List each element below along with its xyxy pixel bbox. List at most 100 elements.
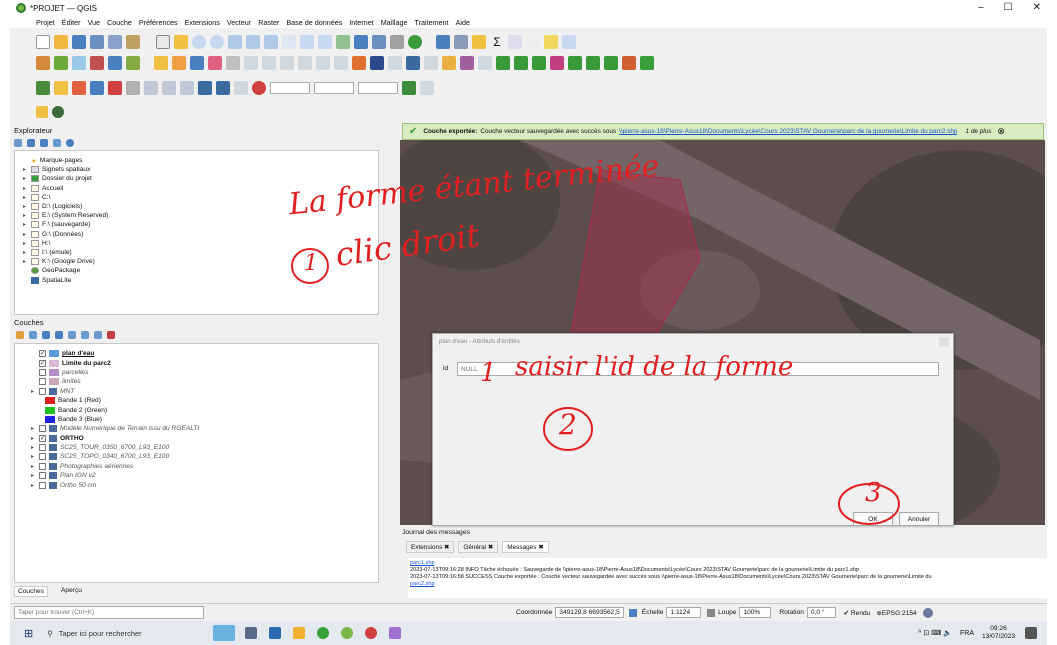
snap-type-field[interactable] — [358, 82, 398, 94]
tips-icon[interactable] — [544, 35, 558, 49]
layer-visibility-checkbox[interactable] — [39, 387, 46, 395]
annotation-icon[interactable] — [526, 35, 540, 49]
settings-icon[interactable] — [472, 35, 486, 49]
menu-raster[interactable]: Raster — [258, 18, 279, 27]
add-selected-icon[interactable] — [14, 139, 22, 147]
delete-selected-icon[interactable] — [244, 56, 258, 70]
zoom-layer-icon[interactable] — [264, 35, 278, 49]
notification-close-icon[interactable]: ⊗ — [997, 126, 1005, 137]
topology-icon[interactable] — [216, 81, 230, 95]
merge-icon[interactable] — [532, 56, 546, 70]
vertex-tool-icon[interactable] — [226, 56, 240, 70]
layer-item[interactable]: ▸ Modèle Numérique de Terrain issu du RGE… — [31, 424, 378, 433]
clock[interactable]: 09:26 13/07/2023 — [982, 625, 1015, 641]
file-manager-icon[interactable] — [293, 627, 306, 639]
magnifier-field[interactable]: 100% — [739, 607, 772, 618]
zoom-out-icon[interactable] — [210, 35, 224, 49]
layer-visibility-checkbox[interactable] — [39, 481, 46, 489]
layer-visibility-checkbox[interactable]: ✓ — [39, 434, 46, 442]
notification-more[interactable]: 1 de plus — [965, 128, 991, 135]
layer-visibility-checkbox[interactable] — [39, 444, 46, 452]
layer-visibility-checkbox[interactable] — [39, 472, 46, 480]
layer-visibility-checkbox[interactable] — [39, 368, 46, 376]
snap-tolerance-field[interactable] — [270, 82, 310, 94]
advanced-digitize-icon[interactable] — [496, 56, 510, 70]
label-icon[interactable] — [352, 56, 366, 70]
crs-button[interactable]: ⊕EPSG:2154 — [876, 609, 916, 617]
save-project-icon[interactable] — [72, 35, 86, 49]
menu-preferences[interactable]: Préférences — [139, 18, 178, 27]
tab-apercu[interactable]: Aperçu — [58, 586, 85, 597]
layer-item[interactable]: ✓ Limite du parc2 — [31, 358, 378, 367]
menu-base-de-donnees[interactable]: Base de données — [286, 18, 342, 27]
menu-internet[interactable]: Internet — [349, 18, 373, 27]
digitize-icon[interactable] — [460, 56, 474, 70]
cancel-button[interactable]: Annuler — [899, 512, 939, 526]
tree-item-g[interactable]: ▸ G:\ (Données) — [23, 230, 378, 239]
refresh-browser-icon[interactable] — [27, 139, 35, 147]
undo-icon[interactable] — [316, 56, 330, 70]
copy-icon[interactable] — [280, 56, 294, 70]
filter-icon[interactable] — [40, 139, 48, 147]
language-indicator[interactable]: FRA — [960, 630, 974, 637]
style-manager-icon[interactable] — [126, 35, 140, 49]
zoom-selection-icon[interactable] — [246, 35, 260, 49]
add-raster-icon[interactable] — [72, 56, 86, 70]
layer-visibility-checkbox[interactable] — [39, 453, 46, 461]
maximize-button[interactable]: ☐ — [1004, 2, 1013, 13]
tracing-icon[interactable] — [234, 81, 248, 95]
layer-visibility-checkbox[interactable]: ✓ — [39, 350, 46, 358]
expand-arrow-icon[interactable]: ▸ — [31, 444, 39, 451]
layer-item[interactable]: limites — [31, 377, 378, 386]
filter-legend-icon[interactable] — [55, 331, 63, 339]
explorer-app-icon[interactable] — [269, 627, 282, 639]
remove-layer-icon[interactable] — [107, 331, 115, 339]
notification-link[interactable]: \\pierre-asus-18\Pierre-Asus18\Documents… — [619, 128, 957, 135]
search-icon[interactable] — [562, 35, 576, 49]
cut-icon[interactable] — [262, 56, 276, 70]
menu-projet[interactable]: Projet — [36, 18, 55, 27]
move-label-icon[interactable] — [442, 56, 456, 70]
toolbox-icon[interactable] — [126, 81, 140, 95]
add-polygon-icon[interactable] — [208, 56, 222, 70]
log-line[interactable]: parc2.shp — [410, 581, 1046, 588]
layer-item[interactable]: ✓ plan d'eau — [31, 349, 378, 358]
zoom-next-icon[interactable] — [318, 35, 332, 49]
curve-icon[interactable] — [478, 56, 492, 70]
layer-item[interactable]: parcelles — [31, 368, 378, 377]
diagram-icon[interactable] — [388, 56, 402, 70]
collapse-all-icon[interactable] — [94, 331, 102, 339]
layer-styling-icon[interactable] — [16, 331, 24, 339]
temporal-icon[interactable] — [390, 35, 404, 49]
coord-toggle-icon[interactable] — [628, 608, 637, 617]
zoom-native-icon[interactable] — [282, 35, 296, 49]
pin-label-icon[interactable] — [406, 56, 420, 70]
tree-item-marque-pages[interactable]: ★ Marque-pages — [23, 156, 378, 165]
refresh-icon[interactable] — [408, 35, 422, 49]
menu-extensions[interactable]: Extensions — [185, 18, 220, 27]
tab-extensions[interactable]: Extensions ✖ — [406, 541, 455, 553]
add-vector-icon[interactable] — [54, 56, 68, 70]
magnet-icon[interactable] — [252, 81, 266, 95]
menu-traitement[interactable]: Traitement — [414, 18, 448, 27]
open-project-icon[interactable] — [54, 35, 68, 49]
add-gpx-icon[interactable] — [126, 56, 140, 70]
expand-arrow-icon[interactable]: ▸ — [31, 472, 39, 479]
locator-search[interactable] — [14, 606, 204, 619]
render-checkbox[interactable]: ✔ Rendu — [844, 609, 871, 617]
collapse-all-icon[interactable] — [53, 139, 61, 147]
properties-icon[interactable] — [66, 139, 74, 147]
pencil-green-icon[interactable] — [640, 56, 654, 70]
menu-couche[interactable]: Couche — [107, 18, 132, 27]
processing-icon[interactable] — [108, 81, 122, 95]
layer-item[interactable]: ▸ Plan IGN v2 — [31, 471, 378, 480]
fill-ring-icon[interactable] — [604, 56, 618, 70]
tray-icons[interactable]: ^ ⊡ ⌨ 🔈 — [918, 629, 952, 637]
layer-visibility-checkbox[interactable] — [39, 462, 46, 470]
filter-expression-icon[interactable] — [68, 331, 76, 339]
pan-icon[interactable] — [156, 35, 170, 49]
expand-all-icon[interactable] — [81, 331, 89, 339]
self-snap-icon[interactable] — [402, 81, 416, 95]
edit-pencil-icon[interactable] — [172, 56, 186, 70]
minimize-button[interactable]: – — [978, 2, 984, 13]
